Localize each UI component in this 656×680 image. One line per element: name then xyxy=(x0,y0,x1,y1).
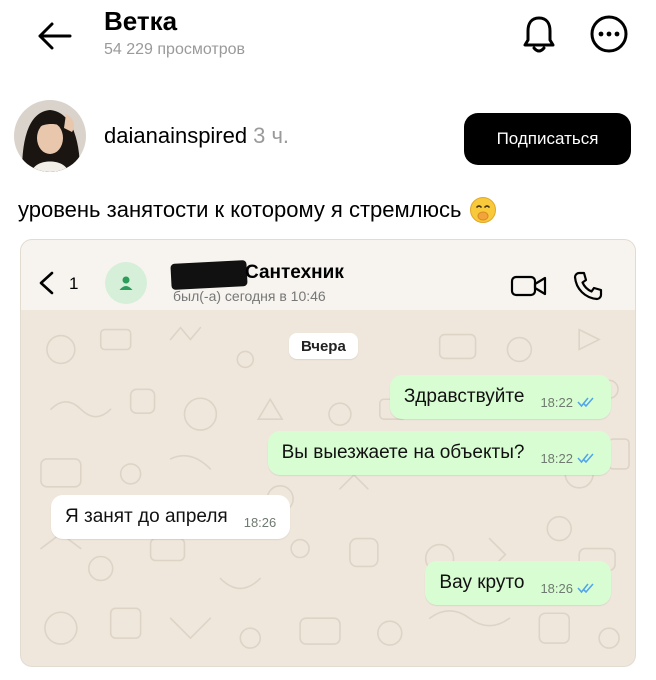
video-call-icon[interactable] xyxy=(510,274,548,298)
unread-count[interactable]: 1 xyxy=(69,274,78,294)
bell-icon[interactable] xyxy=(522,14,556,54)
shushing-face-emoji-icon xyxy=(470,197,497,223)
message-bubble[interactable]: Здравствуйте 18:22 xyxy=(389,375,611,419)
redacted-name-block xyxy=(170,260,248,290)
read-ticks-icon xyxy=(577,397,594,408)
contact-avatar[interactable] xyxy=(105,262,147,304)
message-text: Вы выезжаете на объекты? xyxy=(281,442,525,463)
back-arrow-icon[interactable] xyxy=(34,20,74,52)
top-bar: Ветка 54 229 просмотров xyxy=(0,0,656,80)
message-text: Я занят до апреля xyxy=(65,506,228,527)
author-name[interactable]: daianainspired 3 ч. xyxy=(104,123,289,149)
more-options-icon[interactable] xyxy=(589,14,629,54)
view-count: 54 229 просмотров xyxy=(104,41,246,58)
message-text: Вау круто xyxy=(439,572,525,593)
chat-screenshot: 1 Сантехник был(-а) сегодня в 10:46 Вчер… xyxy=(20,239,636,667)
person-icon xyxy=(119,276,133,290)
message-bubble[interactable]: Вау круто 18:26 xyxy=(425,561,611,605)
date-separator: Вчера xyxy=(289,333,358,359)
last-seen-status: был(-а) сегодня в 10:46 xyxy=(173,288,326,304)
message-bubble[interactable]: Вы выезжаете на объекты? 18:22 xyxy=(267,431,611,475)
page-title: Ветка xyxy=(104,6,178,36)
contact-name[interactable]: Сантехник xyxy=(245,262,344,284)
message-text: Здравствуйте xyxy=(403,386,525,407)
message-time: 18:22 xyxy=(540,394,573,410)
post-time: 3 ч. xyxy=(253,123,290,148)
author-username[interactable]: daianainspired xyxy=(104,123,247,148)
post-caption: уровень занятости к которому я стремлюсь xyxy=(18,196,497,224)
author-avatar[interactable] xyxy=(14,100,86,172)
message-time: 18:22 xyxy=(540,450,573,466)
post-caption-text: уровень занятости к которому я стремлюсь xyxy=(18,197,462,222)
message-time: 18:26 xyxy=(540,580,573,596)
message-bubble[interactable]: Я занят до апреля 18:26 xyxy=(51,495,291,539)
chat-header: 1 Сантехник был(-а) сегодня в 10:46 xyxy=(21,240,635,310)
read-ticks-icon xyxy=(577,583,594,594)
chat-back-chevron-icon[interactable] xyxy=(37,270,55,296)
read-ticks-icon xyxy=(577,453,594,464)
message-time: 18:26 xyxy=(243,514,277,530)
follow-button[interactable]: Подписаться xyxy=(464,113,631,165)
phone-call-icon[interactable] xyxy=(572,270,604,302)
